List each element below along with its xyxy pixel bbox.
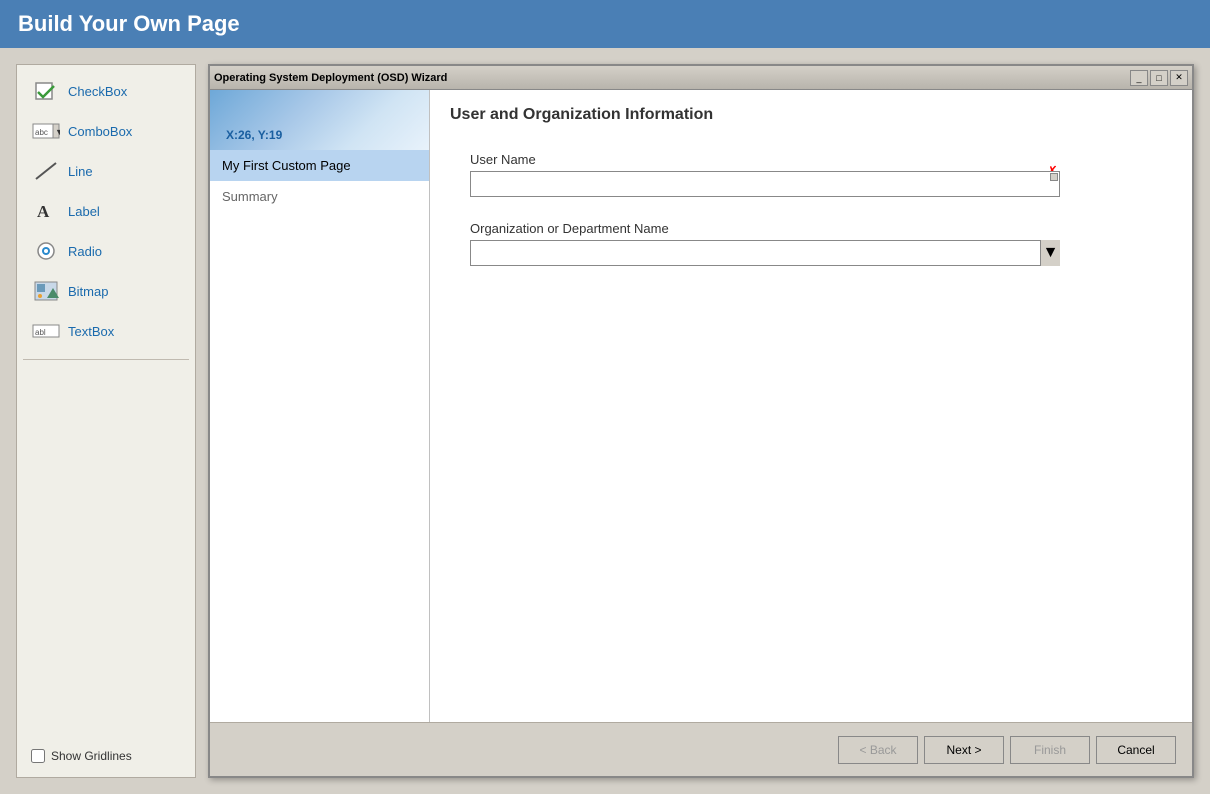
svg-text:abc: abc [35, 128, 48, 137]
line-label: Line [68, 164, 93, 179]
tool-item-radio[interactable]: Radio [23, 233, 189, 269]
checkbox-icon [32, 79, 60, 103]
svg-text:▼: ▼ [55, 127, 60, 137]
wizard-window-controls: _ □ ✕ [1130, 70, 1188, 86]
combobox-label: ComboBox [68, 124, 132, 139]
tool-item-textbox[interactable]: abl TextBox [23, 313, 189, 349]
wizard-banner: X:26, Y:19 [210, 90, 429, 150]
tool-item-line[interactable]: Line [23, 153, 189, 189]
radio-icon [32, 239, 60, 263]
wizard-main: User and Organization Information User N… [430, 90, 1192, 722]
wizard-sidebar: X:26, Y:19 My First Custom Page Summary [210, 90, 430, 722]
username-textbox-wrapper: ✗ [470, 171, 1060, 197]
show-gridlines-checkbox[interactable] [31, 749, 45, 763]
wizard-form-area: User Name ✗ Organization or Department N… [430, 132, 1192, 722]
label-label: Label [68, 204, 100, 219]
page-header: Build Your Own Page [0, 0, 1210, 48]
tool-item-checkbox[interactable]: CheckBox [23, 73, 189, 109]
minimize-button[interactable]: _ [1130, 70, 1148, 86]
page-title: Build Your Own Page [18, 11, 240, 37]
tool-item-bitmap[interactable]: Bitmap [23, 273, 189, 309]
wizard-footer: < Back Next > Finish Cancel [210, 722, 1192, 776]
wizard-main-title: User and Organization Information [450, 106, 1172, 124]
line-icon [32, 159, 60, 183]
wizard-content: X:26, Y:19 My First Custom Page Summary … [210, 90, 1192, 722]
toolbox-panel: CheckBox ▼ abc ComboBox Line [16, 64, 196, 778]
combobox-icon: ▼ abc [32, 119, 60, 143]
textbox-label: TextBox [68, 324, 114, 339]
label-icon: A [32, 199, 60, 223]
svg-text:A: A [37, 202, 50, 221]
cancel-button[interactable]: Cancel [1096, 736, 1176, 764]
finish-button[interactable]: Finish [1010, 736, 1090, 764]
username-field-group: User Name ✗ [470, 152, 1152, 197]
tool-item-label[interactable]: A Label [23, 193, 189, 229]
show-gridlines-row: Show Gridlines [23, 743, 189, 769]
bitmap-icon [32, 279, 60, 303]
username-resize-handle[interactable] [1050, 173, 1058, 181]
orgname-combobox[interactable] [470, 240, 1060, 266]
next-button[interactable]: Next > [924, 736, 1004, 764]
orgname-label: Organization or Department Name [470, 221, 1152, 236]
bitmap-label: Bitmap [68, 284, 108, 299]
sidebar-item-summary[interactable]: Summary [210, 181, 429, 212]
tool-item-combobox[interactable]: ▼ abc ComboBox [23, 113, 189, 149]
show-gridlines-label[interactable]: Show Gridlines [51, 749, 132, 763]
wizard-main-header: User and Organization Information [430, 90, 1192, 132]
wizard-window: Operating System Deployment (OSD) Wizard… [208, 64, 1194, 778]
radio-label: Radio [68, 244, 102, 259]
close-button[interactable]: ✕ [1170, 70, 1188, 86]
username-input[interactable] [470, 171, 1060, 197]
textbox-icon: abl [32, 319, 60, 343]
maximize-button[interactable]: □ [1150, 70, 1168, 86]
back-button[interactable]: < Back [838, 736, 918, 764]
checkbox-label: CheckBox [68, 84, 127, 99]
orgname-combobox-wrapper: ▼ [470, 240, 1060, 266]
wizard-titlebar: Operating System Deployment (OSD) Wizard… [210, 66, 1192, 90]
svg-text:abl: abl [35, 328, 46, 337]
banner-coords: X:26, Y:19 [226, 128, 282, 142]
sidebar-item-custom-page[interactable]: My First Custom Page [210, 150, 429, 181]
orgname-field-group: Organization or Department Name ▼ [470, 221, 1152, 266]
wizard-title: Operating System Deployment (OSD) Wizard [214, 72, 447, 84]
